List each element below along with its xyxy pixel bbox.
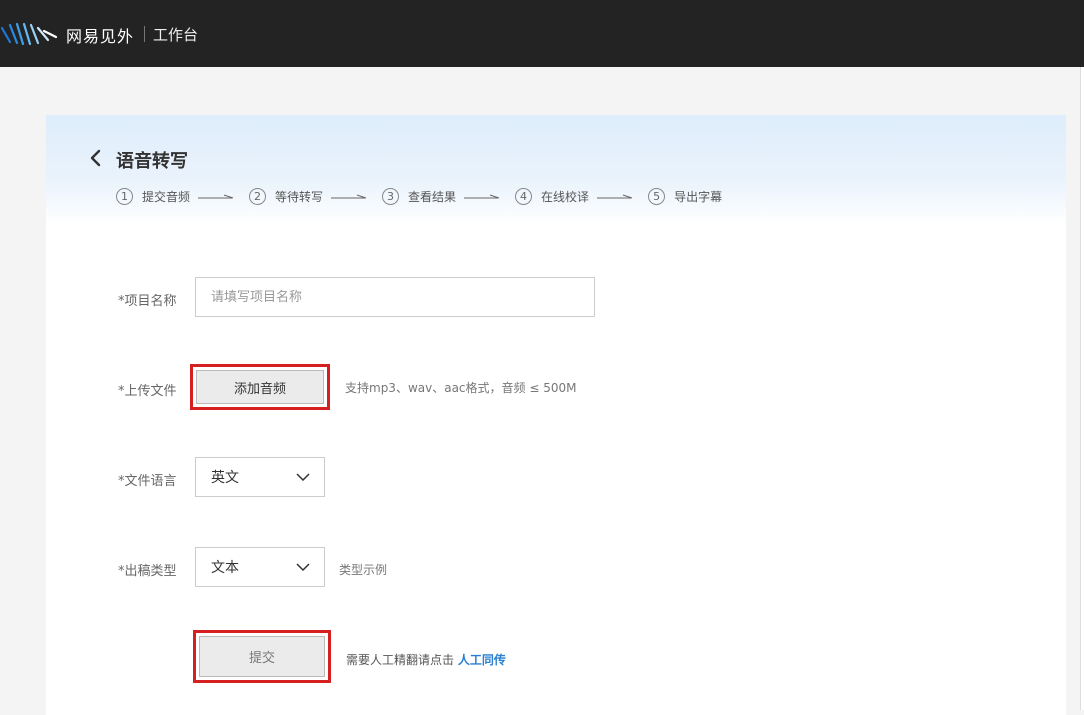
card-header: 语音转写 1 提交音频 2 等待转写 3 查看结果 4 在线校译 5 导出字幕 — [46, 115, 1066, 225]
step-1: 1 提交音频 — [116, 188, 190, 205]
step-number: 5 — [648, 188, 666, 205]
upload-file-label: *上传文件 — [118, 384, 177, 399]
scrollbar-track[interactable] — [1080, 67, 1084, 710]
submit-hint-text: 需要人工精翻请点击 — [346, 653, 455, 667]
file-language-select[interactable]: 英文 — [195, 457, 325, 497]
selected-value: 英文 — [211, 470, 239, 486]
step-progress: 1 提交音频 2 等待转写 3 查看结果 4 在线校译 5 导出字幕 — [116, 188, 722, 205]
selected-value: 文本 — [211, 560, 239, 576]
transcription-card: 语音转写 1 提交音频 2 等待转写 3 查看结果 4 在线校译 5 导出字幕 … — [46, 115, 1066, 715]
human-interpretation-link[interactable]: 人工同传 — [458, 653, 506, 667]
step-4: 4 在线校译 — [515, 188, 589, 205]
step-label: 导出字幕 — [674, 190, 723, 204]
add-audio-button[interactable]: 添加音频 — [196, 370, 324, 404]
output-type-label: *出稿类型 — [118, 564, 177, 579]
file-language-label: *文件语言 — [118, 474, 177, 489]
step-3: 3 查看结果 — [382, 188, 456, 205]
brand-name: 网易见外 — [66, 27, 135, 46]
step-number: 3 — [382, 188, 400, 205]
project-name-label: *项目名称 — [118, 294, 177, 309]
workspace-label[interactable]: 工作台 — [153, 24, 198, 45]
type-example-link[interactable]: 类型示例 — [339, 561, 387, 578]
upload-format-hint: 支持mp3、wav、aac格式，音频 ≤ 500M — [345, 381, 577, 395]
page-title: 语音转写 — [116, 151, 188, 172]
submit-hint: 需要人工精翻请点击 人工同传 — [346, 651, 506, 668]
arrow-right-icon — [198, 194, 234, 198]
project-name-input[interactable] — [195, 277, 595, 317]
step-number: 1 — [116, 188, 133, 205]
step-number: 4 — [515, 188, 533, 205]
step-label: 查看结果 — [408, 190, 457, 204]
step-label: 等待转写 — [275, 190, 324, 204]
step-2: 2 等待转写 — [249, 188, 323, 205]
netease-logo-icon — [0, 22, 58, 46]
chevron-down-icon — [296, 473, 310, 481]
step-5: 5 导出字幕 — [648, 188, 722, 205]
step-number: 2 — [249, 188, 267, 205]
step-label: 在线校译 — [541, 190, 590, 204]
step-label: 提交音频 — [142, 190, 191, 204]
chevron-left-icon[interactable] — [88, 148, 104, 168]
chevron-down-icon — [296, 563, 310, 571]
top-bar: 网易见外 工作台 — [0, 0, 1084, 67]
submit-button[interactable]: 提交 — [199, 636, 325, 677]
brand-divider — [144, 26, 145, 42]
output-type-select[interactable]: 文本 — [195, 547, 325, 587]
arrow-right-icon — [597, 194, 633, 198]
arrow-right-icon — [464, 194, 500, 198]
arrow-right-icon — [331, 194, 367, 198]
